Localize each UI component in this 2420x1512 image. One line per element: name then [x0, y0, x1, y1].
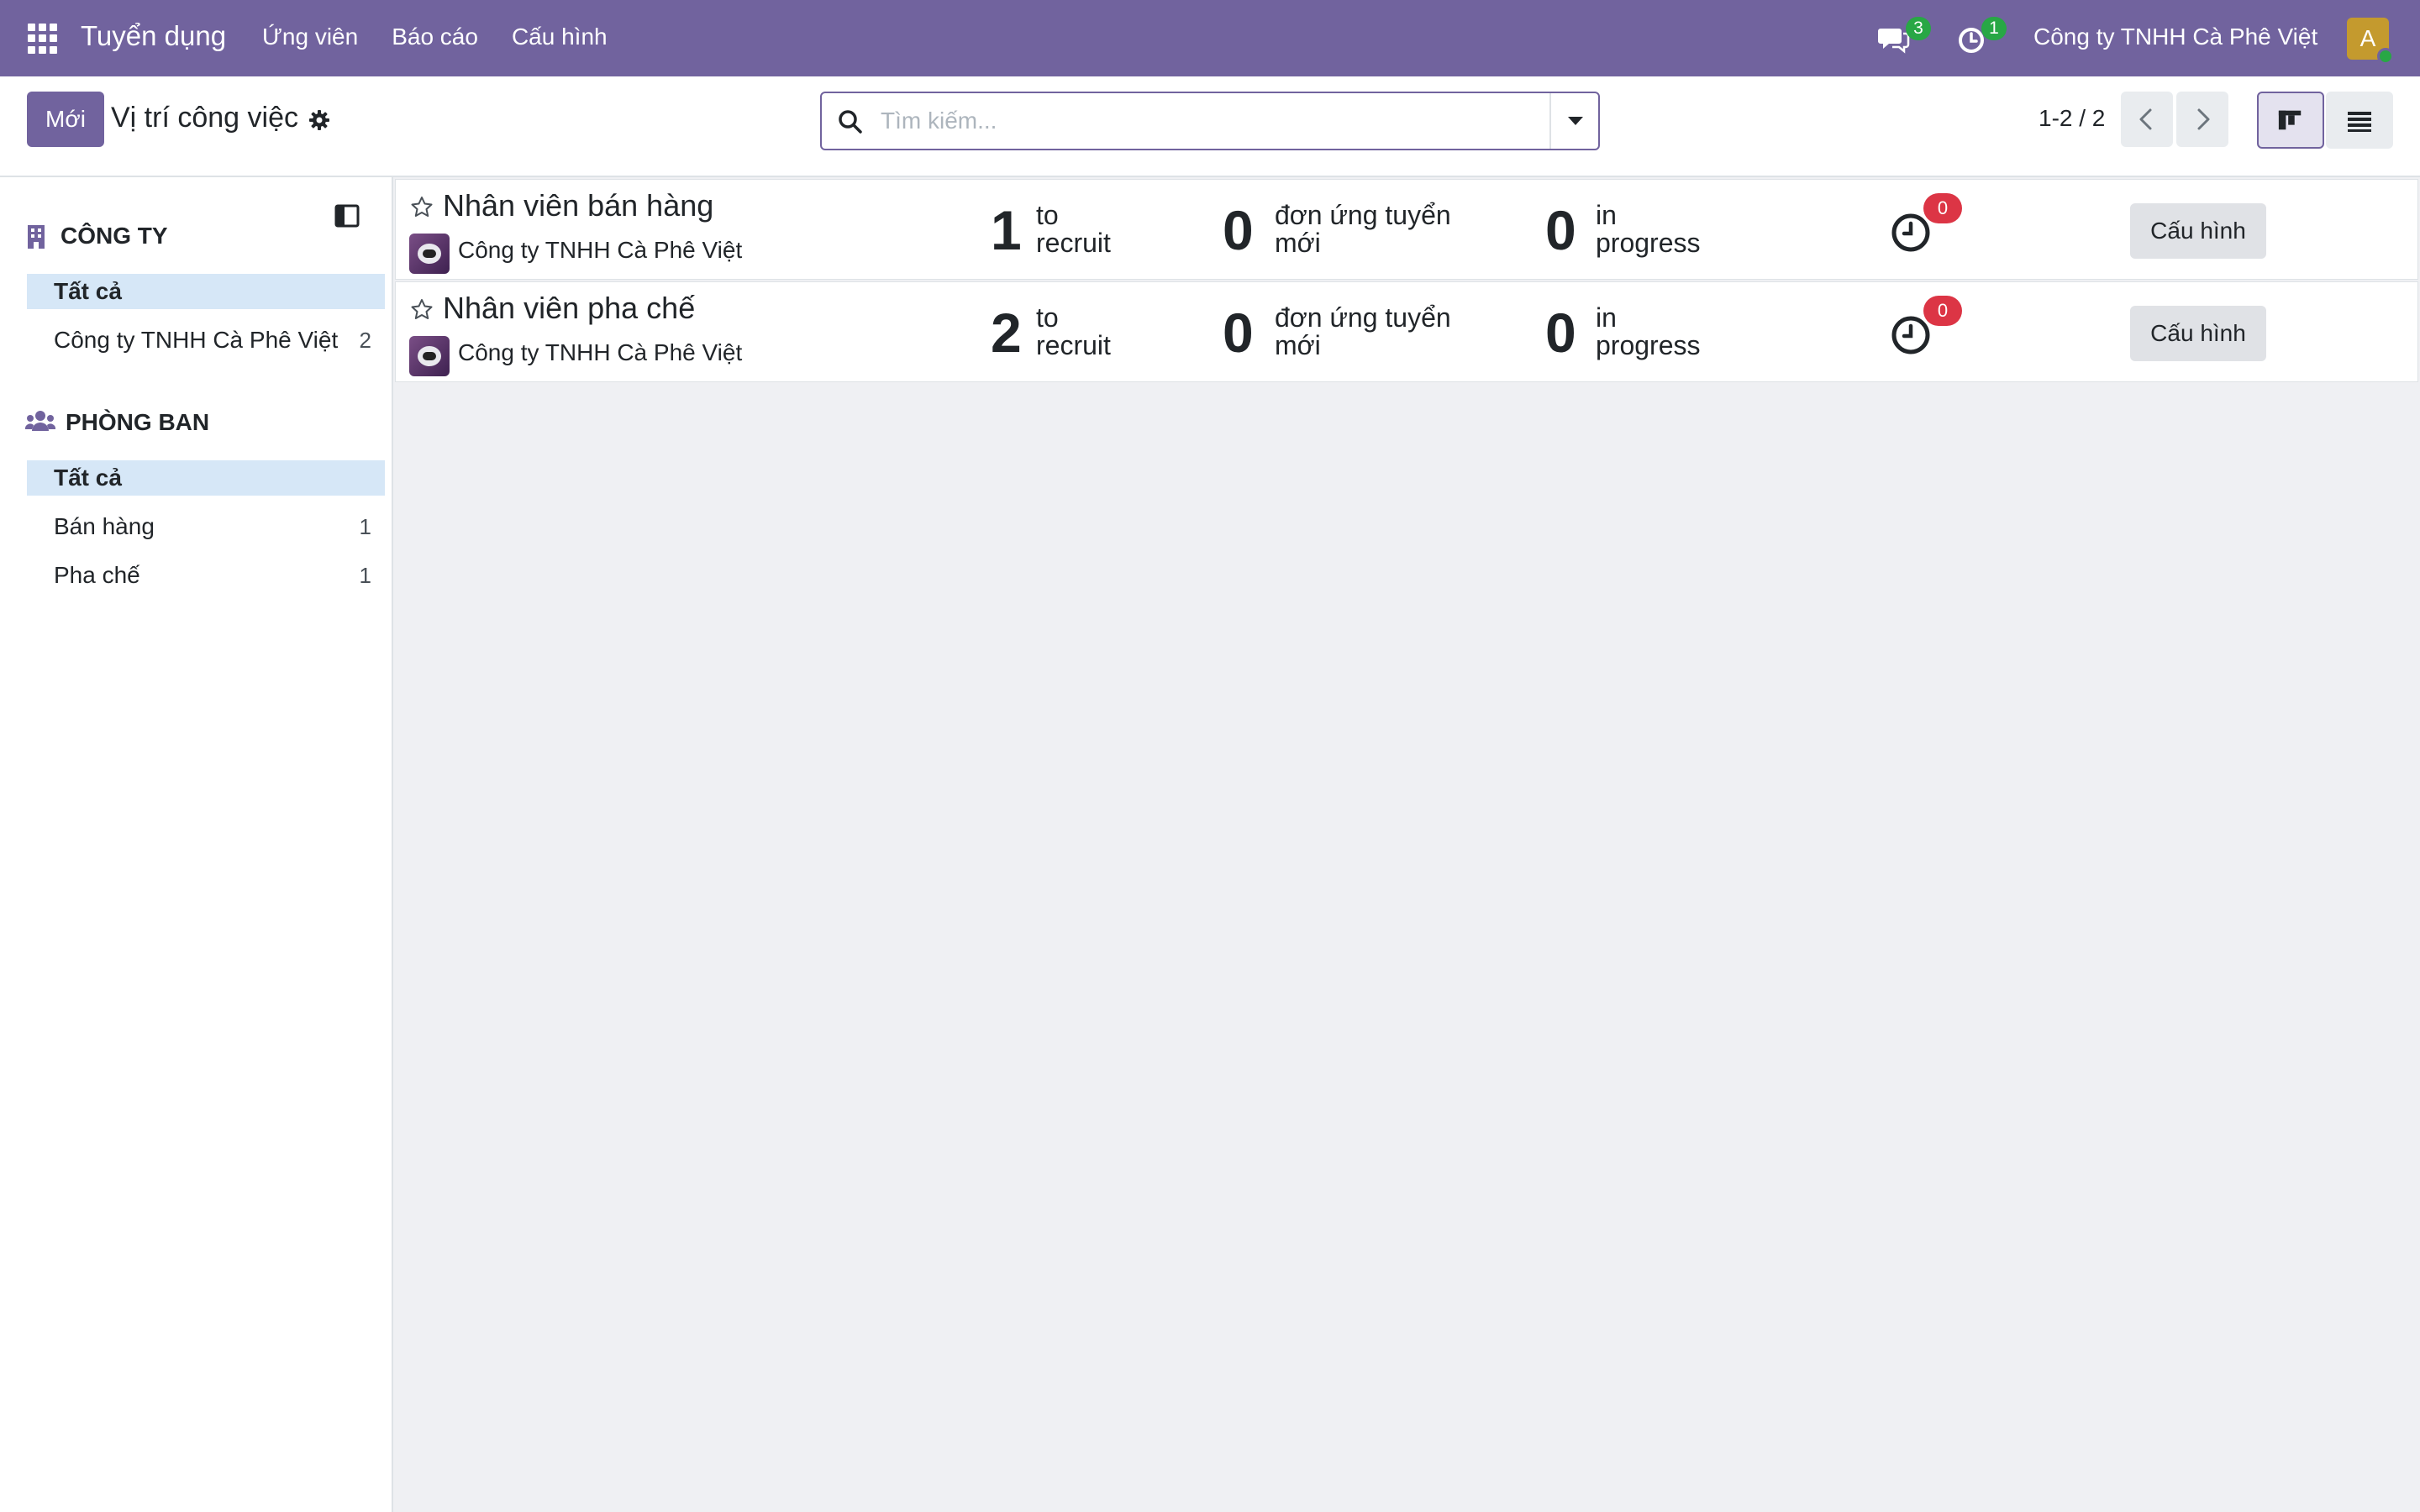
company-filter-all[interactable]: Tất cả [27, 274, 385, 309]
to-recruit-label[interactable]: to recruit [1036, 304, 1111, 360]
in-progress-count[interactable]: 0 [1545, 301, 1576, 365]
new-applicants-count[interactable]: 0 [1223, 301, 1254, 365]
department-section-header: PHÒNG BAN [66, 409, 210, 435]
activity-clock-icon[interactable] [1890, 314, 1932, 356]
messages-count-badge: 3 [1906, 17, 1931, 40]
kanban-view-button[interactable] [2257, 92, 2324, 149]
menu-item-configuration[interactable]: Cấu hình [512, 24, 608, 50]
favorite-star-icon[interactable] [409, 195, 434, 220]
department-filter-all[interactable]: Tất cả [27, 460, 385, 496]
label-line: recruit [1036, 330, 1111, 360]
in-progress-label[interactable]: in progress [1596, 304, 1701, 360]
company-filter-ca-phe-viet[interactable]: Công ty TNHH Cà Phê Việt 2 [27, 323, 385, 358]
department-filter-barista[interactable]: Pha chế 1 [27, 558, 385, 593]
kanban-view-icon [2278, 110, 2302, 130]
new-applicants-label[interactable]: đơn ứng tuyển mới [1275, 202, 1451, 257]
label-line: recruit [1036, 228, 1111, 258]
company-logo [409, 234, 450, 274]
filter-label: Tất cả [54, 465, 122, 491]
chevron-left-icon [2139, 108, 2152, 130]
company-section-header: CÔNG TY [60, 223, 168, 249]
activity-count-badge: 0 [1923, 296, 1962, 326]
company-switcher[interactable]: Công ty TNHH Cà Phê Việt [2033, 24, 2317, 50]
activity-count-badge: 0 [1923, 193, 1962, 223]
configure-button[interactable]: Cấu hình [2130, 203, 2266, 259]
to-recruit-count[interactable]: 1 [991, 198, 1022, 262]
label-line: progress [1596, 228, 1701, 258]
app-title[interactable]: Tuyển dụng [81, 20, 226, 52]
new-applicants-count[interactable]: 0 [1223, 198, 1254, 262]
activity-clock-icon[interactable] [1890, 212, 1932, 254]
new-button[interactable]: Mới [27, 92, 104, 147]
chevron-right-icon [2197, 108, 2210, 130]
apps-menu-icon[interactable] [28, 24, 58, 54]
sidebar-toggle-icon[interactable] [334, 204, 360, 228]
pager-previous-button[interactable] [2121, 92, 2173, 147]
online-status-dot [2377, 48, 2394, 65]
menu-item-applicants[interactable]: Ứng viên [262, 24, 358, 50]
job-card[interactable]: Nhân viên bán hàng Công ty TNHH Cà Phê V… [395, 179, 2418, 280]
gear-icon[interactable] [308, 108, 331, 132]
list-view-button[interactable] [2326, 92, 2393, 149]
search-icon [839, 110, 862, 134]
filter-count: 1 [359, 563, 371, 588]
filter-count: 2 [359, 328, 371, 353]
user-avatar[interactable]: A [2347, 18, 2394, 65]
department-filter-sales[interactable]: Bán hàng 1 [27, 509, 385, 544]
in-progress-count[interactable]: 0 [1545, 198, 1576, 262]
menu-item-reports[interactable]: Báo cáo [392, 24, 478, 50]
search-panel-sidebar: CÔNG TY Tất cả Công ty TNHH Cà Phê Việt … [0, 177, 393, 1512]
top-navbar: Tuyển dụng Ứng viên Báo cáo Cấu hình 3 1… [0, 0, 2420, 76]
label-line: in [1596, 302, 1617, 333]
label-line: in [1596, 200, 1617, 230]
filter-label: Tất cả [54, 278, 122, 304]
filter-label: Bán hàng [54, 513, 155, 539]
activities-count-badge: 1 [1981, 17, 2007, 40]
control-panel: Mới Vị trí công việc 1-2 / 2 [0, 76, 2420, 177]
job-company: Công ty TNHH Cà Phê Việt [458, 237, 743, 263]
to-recruit-count[interactable]: 2 [991, 301, 1022, 365]
filter-count: 1 [359, 514, 371, 539]
search-options-dropdown-toggle[interactable] [1549, 93, 1598, 149]
search-bar [820, 92, 1600, 150]
job-company: Công ty TNHH Cà Phê Việt [458, 339, 743, 365]
page-title: Vị trí công việc [111, 102, 298, 134]
pager-value[interactable]: 1-2 / 2 [2039, 105, 2105, 132]
pager-next-button[interactable] [2176, 92, 2228, 147]
label-line: mới [1275, 228, 1321, 258]
search-input[interactable] [881, 103, 1519, 139]
job-title[interactable]: Nhân viên pha chế [443, 291, 695, 326]
in-progress-label[interactable]: in progress [1596, 202, 1701, 257]
list-view-icon [2348, 112, 2371, 132]
label-line: mới [1275, 330, 1321, 360]
users-icon [25, 411, 55, 431]
filter-label: Pha chế [54, 562, 140, 588]
configure-button[interactable]: Cấu hình [2130, 306, 2266, 361]
avatar-letter: A [2360, 25, 2376, 51]
building-icon [28, 225, 45, 249]
kanban-view: Nhân viên bán hàng Công ty TNHH Cà Phê V… [393, 177, 2420, 1512]
new-applicants-label[interactable]: đơn ứng tuyển mới [1275, 304, 1451, 360]
job-title[interactable]: Nhân viên bán hàng [443, 188, 713, 223]
label-line: đơn ứng tuyển [1275, 200, 1451, 230]
main-menu: Ứng viên Báo cáo Cấu hình [262, 24, 641, 50]
job-card[interactable]: Nhân viên pha chế Công ty TNHH Cà Phê Vi… [395, 281, 2418, 382]
to-recruit-label[interactable]: to recruit [1036, 202, 1111, 257]
label-line: progress [1596, 330, 1701, 360]
label-line: đơn ứng tuyển [1275, 302, 1451, 333]
company-logo [409, 336, 450, 376]
label-line: to [1036, 302, 1059, 333]
favorite-star-icon[interactable] [409, 297, 434, 323]
label-line: to [1036, 200, 1059, 230]
filter-label: Công ty TNHH Cà Phê Việt [54, 327, 339, 353]
